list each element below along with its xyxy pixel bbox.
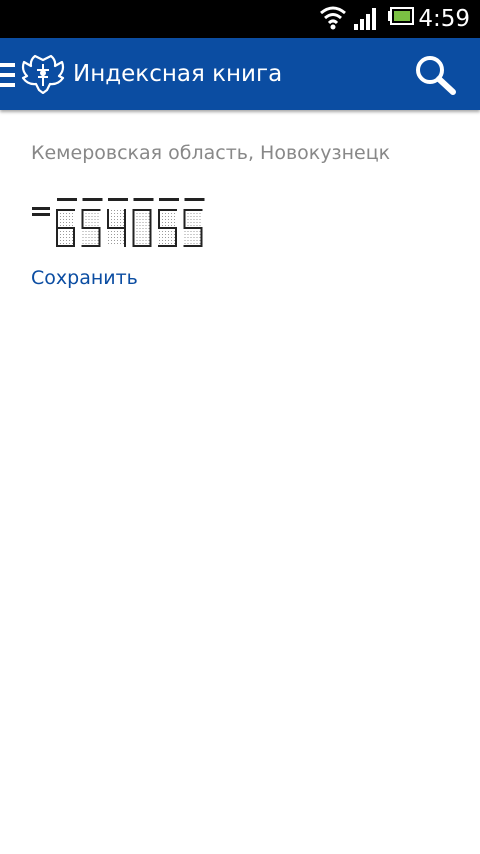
postal-code-digit (158, 198, 179, 247)
postal-code-display (32, 198, 205, 247)
postal-code-digit (56, 198, 77, 247)
postal-code-digit (107, 198, 128, 247)
russian-post-logo-icon (21, 54, 65, 94)
app-bar: Индексная книга (0, 38, 480, 110)
status-bar: 4:59 (0, 0, 480, 38)
signal-icon (354, 8, 376, 30)
postal-code-digit (132, 198, 154, 247)
postal-code-marker (32, 207, 50, 216)
battery-icon (388, 7, 414, 25)
region-text: Кемеровская область, Новокузнецк (31, 142, 391, 164)
save-button[interactable]: Сохранить (31, 264, 138, 292)
app-title: Индексная книга (73, 61, 283, 87)
wifi-icon (320, 6, 346, 30)
postal-code-digit (81, 198, 103, 247)
status-time: 4:59 (418, 6, 470, 32)
menu-icon[interactable] (0, 62, 16, 88)
search-icon[interactable] (413, 54, 459, 96)
postal-code-digit (183, 198, 205, 247)
